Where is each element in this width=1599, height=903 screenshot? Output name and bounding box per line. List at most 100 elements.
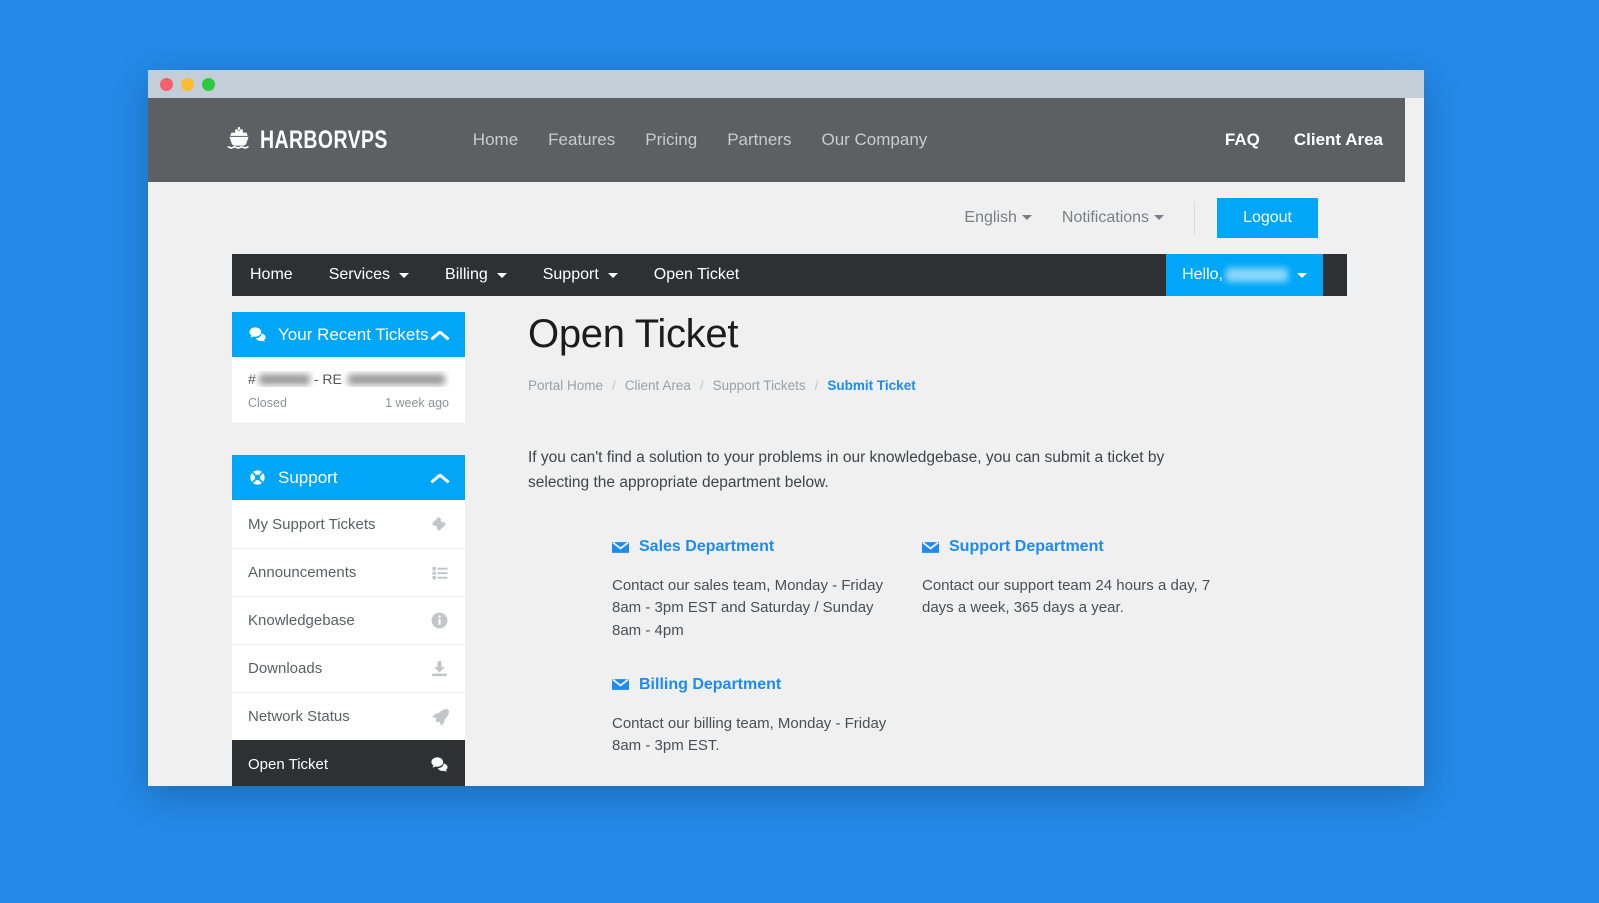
download-icon: [430, 659, 449, 678]
department-description: Contact our billing team, Monday - Frida…: [612, 714, 887, 754]
site-nav-home[interactable]: Home: [458, 130, 533, 150]
page-title: Open Ticket: [528, 312, 739, 356]
breadcrumb-submit-ticket: Submit Ticket: [827, 378, 916, 393]
ticket-id-prefix: #: [248, 371, 256, 387]
department-link-sales[interactable]: Sales Department: [612, 538, 922, 556]
site-nav-client-area[interactable]: Client Area: [1260, 130, 1383, 150]
department-link-billing[interactable]: Billing Department: [612, 676, 922, 694]
site-nav-pricing[interactable]: Pricing: [630, 130, 712, 150]
department-name: Support Department: [949, 538, 1104, 556]
envelope-icon: [612, 541, 629, 554]
maximize-window-button[interactable]: [202, 77, 215, 91]
notifications-label: Notifications: [1061, 209, 1150, 226]
nav-billing-label: Billing: [445, 266, 488, 283]
sidebar-item-network-status[interactable]: Network Status: [232, 692, 465, 740]
support-panel-body: My Support Tickets Announcements Knowled…: [232, 500, 465, 786]
nav-support[interactable]: Support: [525, 254, 636, 296]
sidebar-item-open-ticket[interactable]: Open Ticket: [232, 740, 465, 786]
ticket-id-redacted: [258, 373, 310, 385]
recent-tickets-title: Your Recent Tickets: [278, 324, 429, 344]
brand-logo[interactable]: HARBORVPS: [226, 125, 424, 156]
breadcrumb-support-tickets[interactable]: Support Tickets: [713, 378, 806, 393]
status-badge: Closed: [248, 396, 287, 410]
breadcrumb-separator: /: [814, 378, 819, 393]
comments-icon: [430, 755, 449, 774]
support-panel-title: Support: [278, 467, 338, 487]
site-nav-features[interactable]: Features: [533, 130, 630, 150]
envelope-icon: [922, 541, 939, 554]
logout-button[interactable]: Logout: [1217, 198, 1318, 238]
nav-open-ticket-label: Open Ticket: [653, 266, 740, 283]
utility-bar: English Notifications Logout: [148, 182, 1424, 254]
nav-open-ticket[interactable]: Open Ticket: [636, 254, 757, 296]
user-greeting: Hello,: [1182, 266, 1223, 283]
ticket-meta: Closed 1 week ago: [248, 396, 449, 410]
department-name: Sales Department: [639, 538, 775, 556]
nav-home-label: Home: [250, 266, 293, 283]
user-menu-button[interactable]: Hello,: [1166, 254, 1323, 296]
sidebar-item-label: Downloads: [248, 660, 323, 677]
recent-tickets-header[interactable]: Your Recent Tickets: [232, 312, 465, 357]
chevron-down-icon: [496, 272, 507, 278]
main-content: Open Ticket Portal Home / Client Area / …: [465, 312, 1405, 786]
sidebar-item-label: Knowledgebase: [248, 612, 355, 629]
sidebar-item-label: Network Status: [248, 708, 350, 725]
ticket-subject-prefix: - RE: [313, 371, 342, 387]
brand-name: HARBORVPS: [260, 125, 388, 154]
intro-text: If you can't find a solution to your pro…: [528, 449, 1165, 492]
site-primary-nav: Home Features Pricing Partners Our Compa…: [458, 130, 943, 150]
department-description: Contact our support team 24 hours a day,…: [922, 577, 1211, 617]
chevron-down-icon: [399, 272, 410, 278]
department-name: Billing Department: [639, 675, 782, 693]
nav-services[interactable]: Services: [311, 254, 427, 296]
support-panel-header[interactable]: Support: [232, 455, 465, 500]
notifications-menu[interactable]: Notifications: [1061, 209, 1165, 227]
language-label: English: [964, 209, 1017, 226]
department-card-sales: Sales Department Contact our sales team,…: [612, 538, 922, 642]
sidebar-item-announcements[interactable]: Announcements: [232, 548, 465, 596]
sidebar-item-my-support-tickets[interactable]: My Support Tickets: [232, 500, 465, 548]
breadcrumb-client-area[interactable]: Client Area: [625, 378, 691, 393]
user-menu-area: Hello,: [1166, 254, 1347, 296]
sidebar-item-label: My Support Tickets: [248, 515, 376, 533]
sidebar-item-downloads[interactable]: Downloads: [232, 644, 465, 692]
department-card-support: Support Department Contact our support t…: [922, 538, 1232, 642]
comments-icon: [248, 325, 267, 344]
language-selector[interactable]: English: [964, 209, 1032, 227]
recent-tickets-panel: Your Recent Tickets # - RE Closed 1 week…: [232, 312, 465, 423]
ticket-subject: # - RE: [248, 371, 449, 387]
ship-icon: [226, 125, 252, 156]
department-link-support[interactable]: Support Department: [922, 538, 1232, 556]
list-item[interactable]: # - RE Closed 1 week ago: [232, 357, 465, 423]
minimize-window-button[interactable]: [181, 77, 194, 91]
info-circle-icon: [430, 611, 449, 630]
user-name-redacted: [1226, 268, 1288, 282]
nav-home[interactable]: Home: [232, 254, 311, 296]
support-panel: Support My Support Tickets Announcements…: [232, 455, 465, 786]
ticket-age: 1 week ago: [385, 396, 449, 410]
chevron-down-icon: [607, 272, 618, 278]
ticket-subject-redacted: [347, 373, 445, 385]
page-body: Your Recent Tickets # - RE Closed 1 week…: [148, 296, 1405, 786]
site-nav-partners[interactable]: Partners: [712, 130, 806, 150]
site-nav-faq[interactable]: FAQ: [1191, 130, 1260, 150]
site-nav-our-company[interactable]: Our Company: [806, 130, 942, 150]
sidebar-item-knowledgebase[interactable]: Knowledgebase: [232, 596, 465, 644]
site-secondary-nav: FAQ Client Area: [1191, 130, 1405, 150]
close-window-button[interactable]: [160, 77, 173, 91]
desktop-background: HARBORVPS Home Features Pricing Partners…: [0, 0, 1599, 903]
rocket-icon: [430, 707, 449, 726]
breadcrumb-separator: /: [699, 378, 704, 393]
chevron-up-icon[interactable]: [431, 472, 449, 484]
divider: [1194, 201, 1196, 235]
nav-billing[interactable]: Billing: [427, 254, 525, 296]
sidebar-item-label: Announcements: [248, 564, 357, 581]
department-description: Contact our sales team, Monday - Friday …: [612, 577, 883, 639]
list-icon: [431, 564, 449, 582]
breadcrumb-portal-home[interactable]: Portal Home: [528, 378, 603, 393]
lifebuoy-icon: [248, 468, 267, 487]
chevron-down-icon: [1021, 215, 1032, 221]
envelope-icon: [612, 678, 629, 691]
recent-tickets-body: # - RE Closed 1 week ago: [232, 357, 465, 423]
chevron-up-icon[interactable]: [431, 329, 449, 341]
